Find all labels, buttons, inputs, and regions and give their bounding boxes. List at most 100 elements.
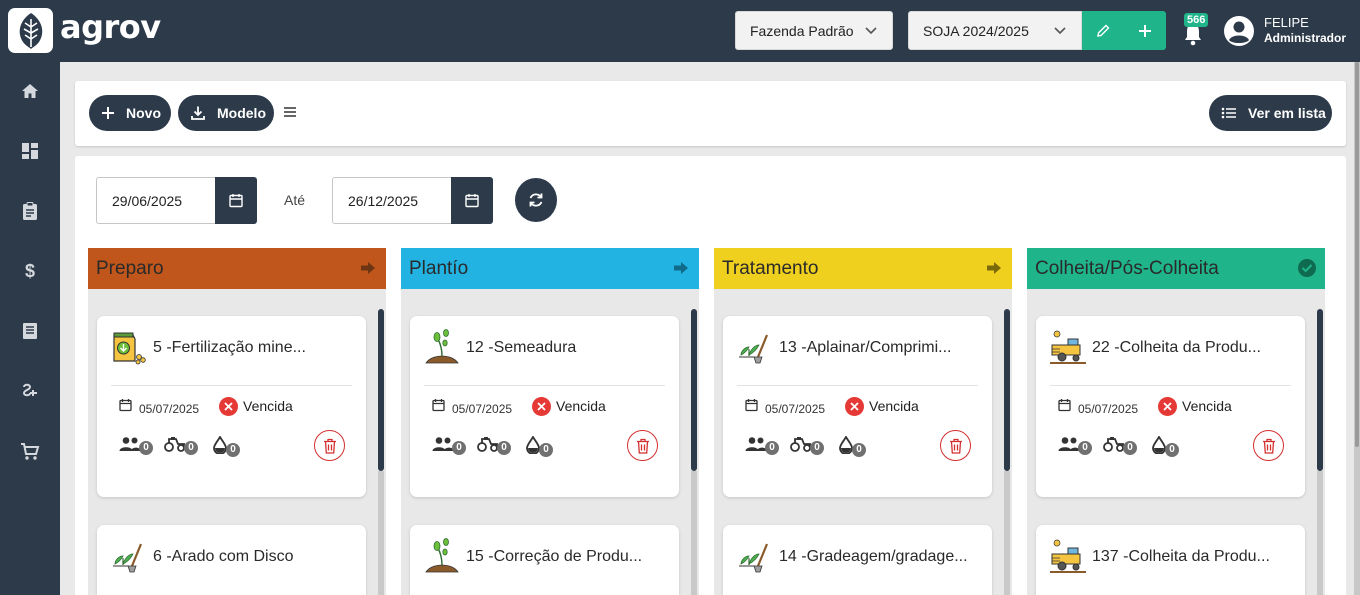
pencil-icon bbox=[1097, 24, 1110, 37]
harvester-icon bbox=[1050, 538, 1086, 574]
cart-icon[interactable] bbox=[19, 440, 41, 462]
task-card[interactable]: 13 -Aplainar/Comprimi... 05/07/2025 Venc… bbox=[723, 316, 992, 497]
machines-count: 0 bbox=[164, 436, 198, 455]
machines-count-badge: 0 bbox=[184, 441, 198, 455]
start-date-calendar-button[interactable] bbox=[215, 177, 257, 224]
task-title: 5 -Fertilização mine... bbox=[153, 339, 306, 356]
task-title: 15 -Correção de Produ... bbox=[466, 548, 643, 565]
arrow-right-icon[interactable] bbox=[360, 260, 376, 276]
task-date: 05/07/2025 bbox=[139, 402, 200, 416]
task-card[interactable]: 22 -Colheita da Produ... 05/07/2025 Venc… bbox=[1036, 316, 1305, 497]
farm-select-value: Fazenda Padrão bbox=[750, 22, 854, 39]
delete-button[interactable] bbox=[940, 430, 971, 461]
calendar-icon bbox=[432, 399, 445, 412]
task-card[interactable]: 14 -Gradeagem/gradage... bbox=[723, 525, 992, 595]
task-title: 13 -Aplainar/Comprimi... bbox=[779, 339, 952, 356]
model-button[interactable]: Modelo bbox=[178, 95, 274, 131]
card-divider bbox=[111, 385, 352, 386]
season-select[interactable]: SOJA 2024/2025 bbox=[908, 11, 1082, 50]
task-card[interactable]: 137 -Colheita da Produ... bbox=[1036, 525, 1305, 595]
column-scrollbar[interactable] bbox=[378, 309, 384, 471]
column-title: Colheita/Pós-Colheita bbox=[1035, 257, 1219, 279]
tractor-icon bbox=[164, 437, 185, 452]
inputs-count: 0 bbox=[838, 436, 866, 457]
end-date-input[interactable]: 26/12/2025 bbox=[332, 177, 452, 224]
card-divider bbox=[1050, 385, 1291, 386]
sprout-icon bbox=[424, 538, 460, 574]
card-divider bbox=[424, 385, 665, 386]
column-scroll-track bbox=[1004, 471, 1010, 595]
check-circle-icon[interactable] bbox=[1297, 258, 1317, 278]
machines-count: 0 bbox=[1103, 436, 1137, 455]
delete-button[interactable] bbox=[627, 430, 658, 461]
logo-leaf-icon[interactable] bbox=[8, 8, 53, 53]
column-scroll-track bbox=[378, 471, 384, 595]
task-card[interactable]: 12 -Semeadura 05/07/2025 Vencida 0 0 0 bbox=[410, 316, 679, 497]
overdue-icon bbox=[1158, 397, 1177, 416]
task-date: 05/07/2025 bbox=[765, 402, 826, 416]
view-list-label: Ver em lista bbox=[1248, 105, 1326, 121]
start-date-value: 29/06/2025 bbox=[112, 192, 183, 209]
delete-button[interactable] bbox=[1253, 430, 1284, 461]
download-icon bbox=[190, 105, 206, 121]
task-card[interactable]: 15 -Correção de Produ... bbox=[410, 525, 679, 595]
calendar-icon bbox=[465, 194, 479, 208]
tractor-icon bbox=[477, 437, 498, 452]
people-icon bbox=[432, 437, 454, 451]
farm-select[interactable]: Fazenda Padrão bbox=[735, 11, 893, 50]
model-button-label: Modelo bbox=[217, 105, 266, 121]
column-title: Tratamento bbox=[722, 257, 819, 279]
chevron-down-icon bbox=[1054, 27, 1066, 35]
fertilizer-icon bbox=[111, 329, 147, 365]
task-status: Vencida bbox=[243, 398, 293, 414]
clipboard-icon[interactable] bbox=[19, 200, 41, 222]
refresh-button[interactable] bbox=[515, 178, 557, 222]
home-icon[interactable] bbox=[19, 80, 41, 102]
overdue-icon bbox=[845, 397, 864, 416]
task-date: 05/07/2025 bbox=[452, 402, 513, 416]
season-select-value: SOJA 2024/2025 bbox=[923, 22, 1029, 39]
task-card[interactable]: 6 -Arado com Disco bbox=[97, 525, 366, 595]
card-divider bbox=[737, 385, 978, 386]
start-date-input[interactable]: 29/06/2025 bbox=[96, 177, 216, 224]
edit-season-button[interactable] bbox=[1082, 11, 1124, 50]
column-scrollbar[interactable] bbox=[1004, 309, 1010, 471]
add-season-button[interactable] bbox=[1124, 11, 1166, 50]
view-list-button[interactable]: Ver em lista bbox=[1209, 95, 1332, 131]
dollar-icon[interactable]: $ bbox=[19, 260, 41, 282]
menu-icon[interactable] bbox=[283, 105, 297, 123]
people-count-badge: 0 bbox=[452, 441, 466, 455]
people-icon bbox=[745, 437, 767, 451]
task-status: Vencida bbox=[869, 398, 919, 414]
trash-icon bbox=[636, 438, 649, 454]
plug-icon[interactable] bbox=[19, 380, 41, 402]
people-count: 0 bbox=[119, 436, 153, 455]
task-status: Vencida bbox=[556, 398, 606, 414]
book-icon[interactable] bbox=[19, 320, 41, 342]
trash-icon bbox=[1262, 438, 1275, 454]
harvester-icon bbox=[1050, 329, 1086, 365]
plant-shovel-icon bbox=[737, 538, 773, 574]
inputs-count: 0 bbox=[525, 436, 553, 457]
arrow-right-icon[interactable] bbox=[673, 260, 689, 276]
page-scrollbar[interactable] bbox=[1354, 62, 1360, 595]
inputs-count-badge: 0 bbox=[1165, 443, 1179, 457]
task-status: Vencida bbox=[1182, 398, 1232, 414]
new-button-label: Novo bbox=[126, 105, 161, 121]
task-title: 14 -Gradeagem/gradage... bbox=[779, 548, 968, 565]
tractor-icon bbox=[790, 437, 811, 452]
column-scrollbar[interactable] bbox=[1317, 309, 1323, 471]
inputs-count-badge: 0 bbox=[852, 443, 866, 457]
new-button[interactable]: Novo bbox=[89, 95, 171, 131]
end-date-calendar-button[interactable] bbox=[451, 177, 493, 224]
task-card[interactable]: 5 -Fertilização mine... 05/07/2025 Venci… bbox=[97, 316, 366, 497]
column-colheita: Colheita/Pós-Colheita 22 -Colheita da Pr… bbox=[1027, 248, 1325, 595]
column-scroll-track bbox=[1317, 471, 1323, 595]
machines-count: 0 bbox=[790, 436, 824, 455]
user-avatar-icon[interactable] bbox=[1223, 15, 1255, 47]
delete-button[interactable] bbox=[314, 430, 345, 461]
arrow-right-icon[interactable] bbox=[986, 260, 1002, 276]
page-scrollbar-thumb[interactable] bbox=[1355, 62, 1359, 447]
column-scrollbar[interactable] bbox=[691, 309, 697, 471]
dashboard-icon[interactable] bbox=[19, 140, 41, 162]
